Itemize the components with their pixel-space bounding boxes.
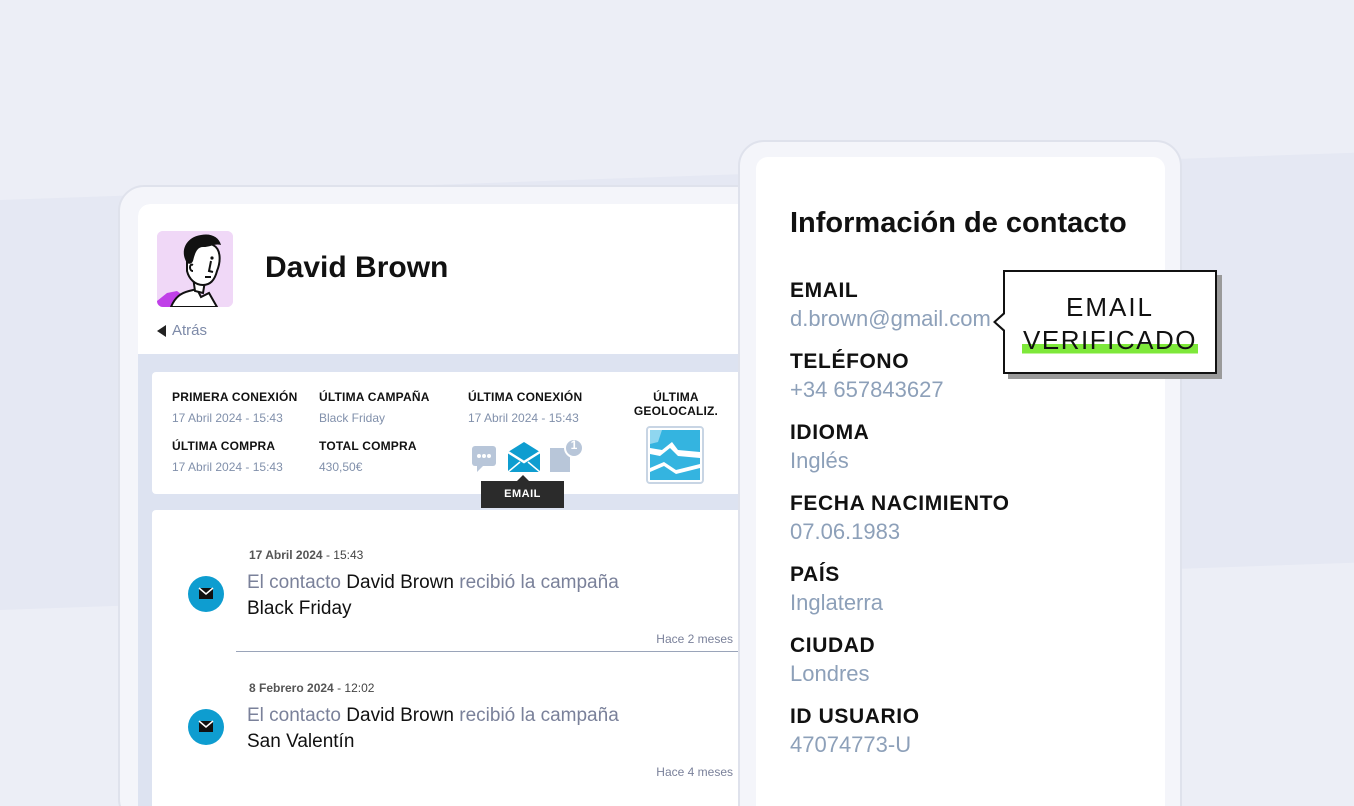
field-country: PAÍS Inglaterra <box>790 563 883 616</box>
stat-last-purchase: ÚLTIMA COMPRA 17 Abril 2024 - 15:43 <box>172 439 283 474</box>
timeline-campaign: San Valentín <box>247 731 355 752</box>
timeline-campaign: Black Friday <box>247 598 352 619</box>
field-value: Inglaterra <box>790 590 883 615</box>
timeline-date: 17 Abril 2024 - 15:43 <box>249 548 363 562</box>
timeline-prefix: El contacto <box>247 572 341 593</box>
email-icon <box>188 709 224 745</box>
stat-label: ÚLTIMA COMPRA <box>172 439 276 453</box>
field-value[interactable]: +34 657843627 <box>790 377 944 403</box>
stat-first-connection: PRIMERA CONEXIÓN 17 Abril 2024 - 15:43 <box>172 390 297 425</box>
field-value[interactable]: d.brown@gmail.com <box>790 306 991 332</box>
timeline-text: El contacto David Brown recibió la campa… <box>247 705 619 727</box>
field-label: TELÉFONO <box>790 350 910 373</box>
stat-value: 17 Abril 2024 - 15:43 <box>172 460 283 474</box>
timeline-date-time: - 12:02 <box>337 681 375 695</box>
field-label: CIUDAD <box>790 634 876 657</box>
stat-value: 17 Abril 2024 - 15:43 <box>468 411 579 425</box>
field-city: CIUDAD Londres <box>790 634 875 687</box>
stat-label: PRIMERA CONEXIÓN <box>172 390 298 404</box>
field-email: EMAIL d.brown@gmail.com <box>790 279 991 332</box>
stat-label: ÚLTIMA CONEXIÓN <box>468 390 583 404</box>
back-arrow-icon <box>157 324 166 337</box>
field-label: ID USUARIO <box>790 705 920 728</box>
stat-last-geolocation: ÚLTIMA GEOLOCALIZ. <box>630 390 722 418</box>
channel-tooltip: EMAIL <box>481 475 564 508</box>
geolocation-map[interactable] <box>646 426 704 484</box>
field-phone: TELÉFONO +34 657843627 <box>790 350 944 403</box>
stat-last-campaign: ÚLTIMA CAMPAÑA Black Friday <box>319 390 430 425</box>
contact-info-panel: Información de contacto EMAIL d.brown@gm… <box>756 157 1165 806</box>
field-birth-date: FECHA NACIMIENTO 07.06.1983 <box>790 492 1010 545</box>
notification-badge: 1 <box>570 438 578 452</box>
contact-profile-screen: David Brown Atrás PRIMERA CONEXIÓN 17 Ab… <box>138 204 758 806</box>
field-label: PAÍS <box>790 563 840 586</box>
stat-value: Black Friday <box>319 411 386 425</box>
timeline-contact: David Brown <box>346 705 454 726</box>
field-user-id: ID USUARIO 47074773-U <box>790 705 920 758</box>
callout-line2: VERIFICADO <box>1022 325 1198 356</box>
avatar[interactable] <box>157 231 233 307</box>
stat-last-connection: ÚLTIMA CONEXIÓN 17 Abril 2024 - 15:43 <box>468 390 582 425</box>
profile-header: David Brown Atrás <box>138 204 758 354</box>
field-value: Inglés <box>790 448 849 473</box>
email-verified-callout: EMAIL VERIFICADO <box>993 270 1217 374</box>
timeline-suffix: recibió la campaña <box>459 705 619 726</box>
field-label: EMAIL <box>790 279 859 302</box>
back-label: Atrás <box>172 322 208 339</box>
stat-value: 17 Abril 2024 - 15:43 <box>172 411 283 425</box>
timeline-suffix: recibió la campaña <box>459 572 619 593</box>
timeline-contact: David Brown <box>346 572 454 593</box>
email-icon <box>188 576 224 612</box>
stat-label: ÚLTIMA <box>653 390 699 404</box>
stat-label: GEOLOCALIZ. <box>633 404 719 418</box>
stat-label: TOTAL COMPRA <box>319 439 417 453</box>
timeline-date: 8 Febrero 2024 - 12:02 <box>249 681 374 695</box>
panel-title: Información de contacto <box>790 207 1127 239</box>
email-icon[interactable] <box>507 442 541 473</box>
field-value: 07.06.1983 <box>790 519 901 544</box>
channel-icons: 1 <box>472 438 592 478</box>
chat-icon[interactable] <box>472 446 496 472</box>
timeline-text: El contacto David Brown recibió la campa… <box>247 572 619 594</box>
field-value: Londres <box>790 661 870 686</box>
stats-card: PRIMERA CONEXIÓN 17 Abril 2024 - 15:43 Ú… <box>152 372 752 508</box>
stat-label: ÚLTIMA CAMPAÑA <box>319 390 430 404</box>
stat-total-purchase: TOTAL COMPRA 430,50€ <box>319 439 417 474</box>
contact-name: David Brown <box>265 251 449 284</box>
field-label: IDIOMA <box>790 421 870 444</box>
field-language: IDIOMA Inglés <box>790 421 869 474</box>
timeline-ago: Hace 2 meses <box>656 632 733 646</box>
callout-line1: EMAIL <box>1065 292 1155 322</box>
activity-timeline: 17 Abril 2024 - 15:43 El contacto David … <box>152 510 758 806</box>
timeline-prefix: El contacto <box>247 705 341 726</box>
timeline-divider <box>236 651 756 652</box>
back-link[interactable]: Atrás <box>157 322 207 339</box>
timeline-ago: Hace 4 meses <box>656 765 733 779</box>
stat-value: 430,50€ <box>319 460 363 474</box>
field-value: 47074773-U <box>790 732 912 757</box>
timeline-date-day: 17 Abril 2024 <box>249 548 323 562</box>
timeline-date-time: - 15:43 <box>325 548 364 562</box>
timeline-date-day: 8 Febrero 2024 <box>249 681 334 695</box>
field-label: FECHA NACIMIENTO <box>790 492 1010 515</box>
